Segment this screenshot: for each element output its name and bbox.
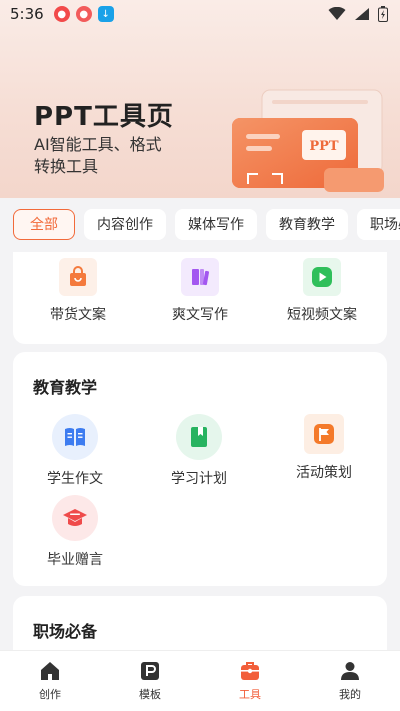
category-chips: 全部 内容创作 媒体写作 教育教学 职场必备 <box>0 204 400 244</box>
tool-item-graduation-message[interactable]: 毕业赠言 <box>20 495 130 569</box>
status-time: 5:36 <box>10 5 44 23</box>
tool-item-event-planning[interactable]: 活动策划 <box>269 414 379 482</box>
chip-education[interactable]: 教育教学 <box>266 208 348 240</box>
signal-icon <box>355 8 369 20</box>
tool-label: 学习计划 <box>171 471 227 487</box>
status-bar: 5:36 ● ● ↓ <box>0 0 400 28</box>
workplace-tools-card: 职场必备 <box>13 596 387 656</box>
tool-label: 学生作文 <box>47 471 103 487</box>
education-tools-card: 教育教学 学生作文 学习计划 活动策划 毕业赠言 <box>13 352 387 586</box>
chip-workplace[interactable]: 职场必备 <box>357 208 400 240</box>
tab-label: 创作 <box>39 688 61 701</box>
open-book-icon <box>52 414 98 460</box>
chip-all[interactable]: 全部 <box>13 208 75 240</box>
hero-banner: PPT工具页 AI智能工具、格式转换工具 PPT <box>0 0 400 198</box>
book-bookmark-icon <box>176 414 222 460</box>
tool-item-short-video[interactable]: 短视频文案 <box>267 258 377 324</box>
toolbox-icon <box>241 662 259 680</box>
tab-label: 工具 <box>239 688 261 701</box>
ppt-art-text: PPT <box>309 139 339 154</box>
tab-label: 模板 <box>139 688 161 701</box>
tab-me[interactable]: 我的 <box>300 651 400 711</box>
wifi-icon <box>328 7 346 20</box>
section-title-workplace: 职场必备 <box>33 622 98 641</box>
flag-icon <box>304 414 344 454</box>
tab-templates[interactable]: 模板 <box>100 651 200 711</box>
download-icon: ↓ <box>97 6 114 22</box>
tool-item-novel-writing[interactable]: 爽文写作 <box>145 258 255 324</box>
chip-media-writing[interactable]: 媒体写作 <box>175 208 257 240</box>
ppt-illustration-icon: PPT <box>232 89 384 192</box>
user-icon <box>341 662 359 680</box>
graduation-cap-icon <box>52 495 98 541</box>
bottom-tab-bar: 创作 模板 工具 我的 <box>0 650 400 711</box>
tool-label: 短视频文案 <box>287 307 357 323</box>
qq-notification-icon: ● <box>53 6 70 22</box>
book-icon <box>181 258 219 296</box>
tool-label: 毕业赠言 <box>47 552 103 568</box>
tab-label: 我的 <box>339 688 361 701</box>
shopping-bag-icon <box>59 258 97 296</box>
tool-item-sales-copy[interactable]: 带货文案 <box>23 258 133 324</box>
tab-create[interactable]: 创作 <box>0 651 100 711</box>
play-icon <box>303 258 341 296</box>
section-title-education: 教育教学 <box>33 378 98 397</box>
tool-item-student-essay[interactable]: 学生作文 <box>20 414 130 488</box>
tool-label: 带货文案 <box>50 307 106 323</box>
battery-icon <box>378 6 388 22</box>
home-icon <box>41 662 59 680</box>
template-icon <box>141 662 159 680</box>
chip-content-creation[interactable]: 内容创作 <box>84 208 166 240</box>
tool-label: 爽文写作 <box>172 307 228 323</box>
hero-subtitle: AI智能工具、格式转换工具 <box>34 135 162 176</box>
tab-tools[interactable]: 工具 <box>200 651 300 711</box>
content-tools-card: 带货文案 爽文写作 短视频文案 <box>13 252 387 344</box>
page-title: PPT工具页 <box>34 102 174 132</box>
tool-label: 活动策划 <box>296 465 352 481</box>
tool-item-study-plan[interactable]: 学习计划 <box>144 414 254 488</box>
weibo-notification-icon: ● <box>75 6 92 22</box>
